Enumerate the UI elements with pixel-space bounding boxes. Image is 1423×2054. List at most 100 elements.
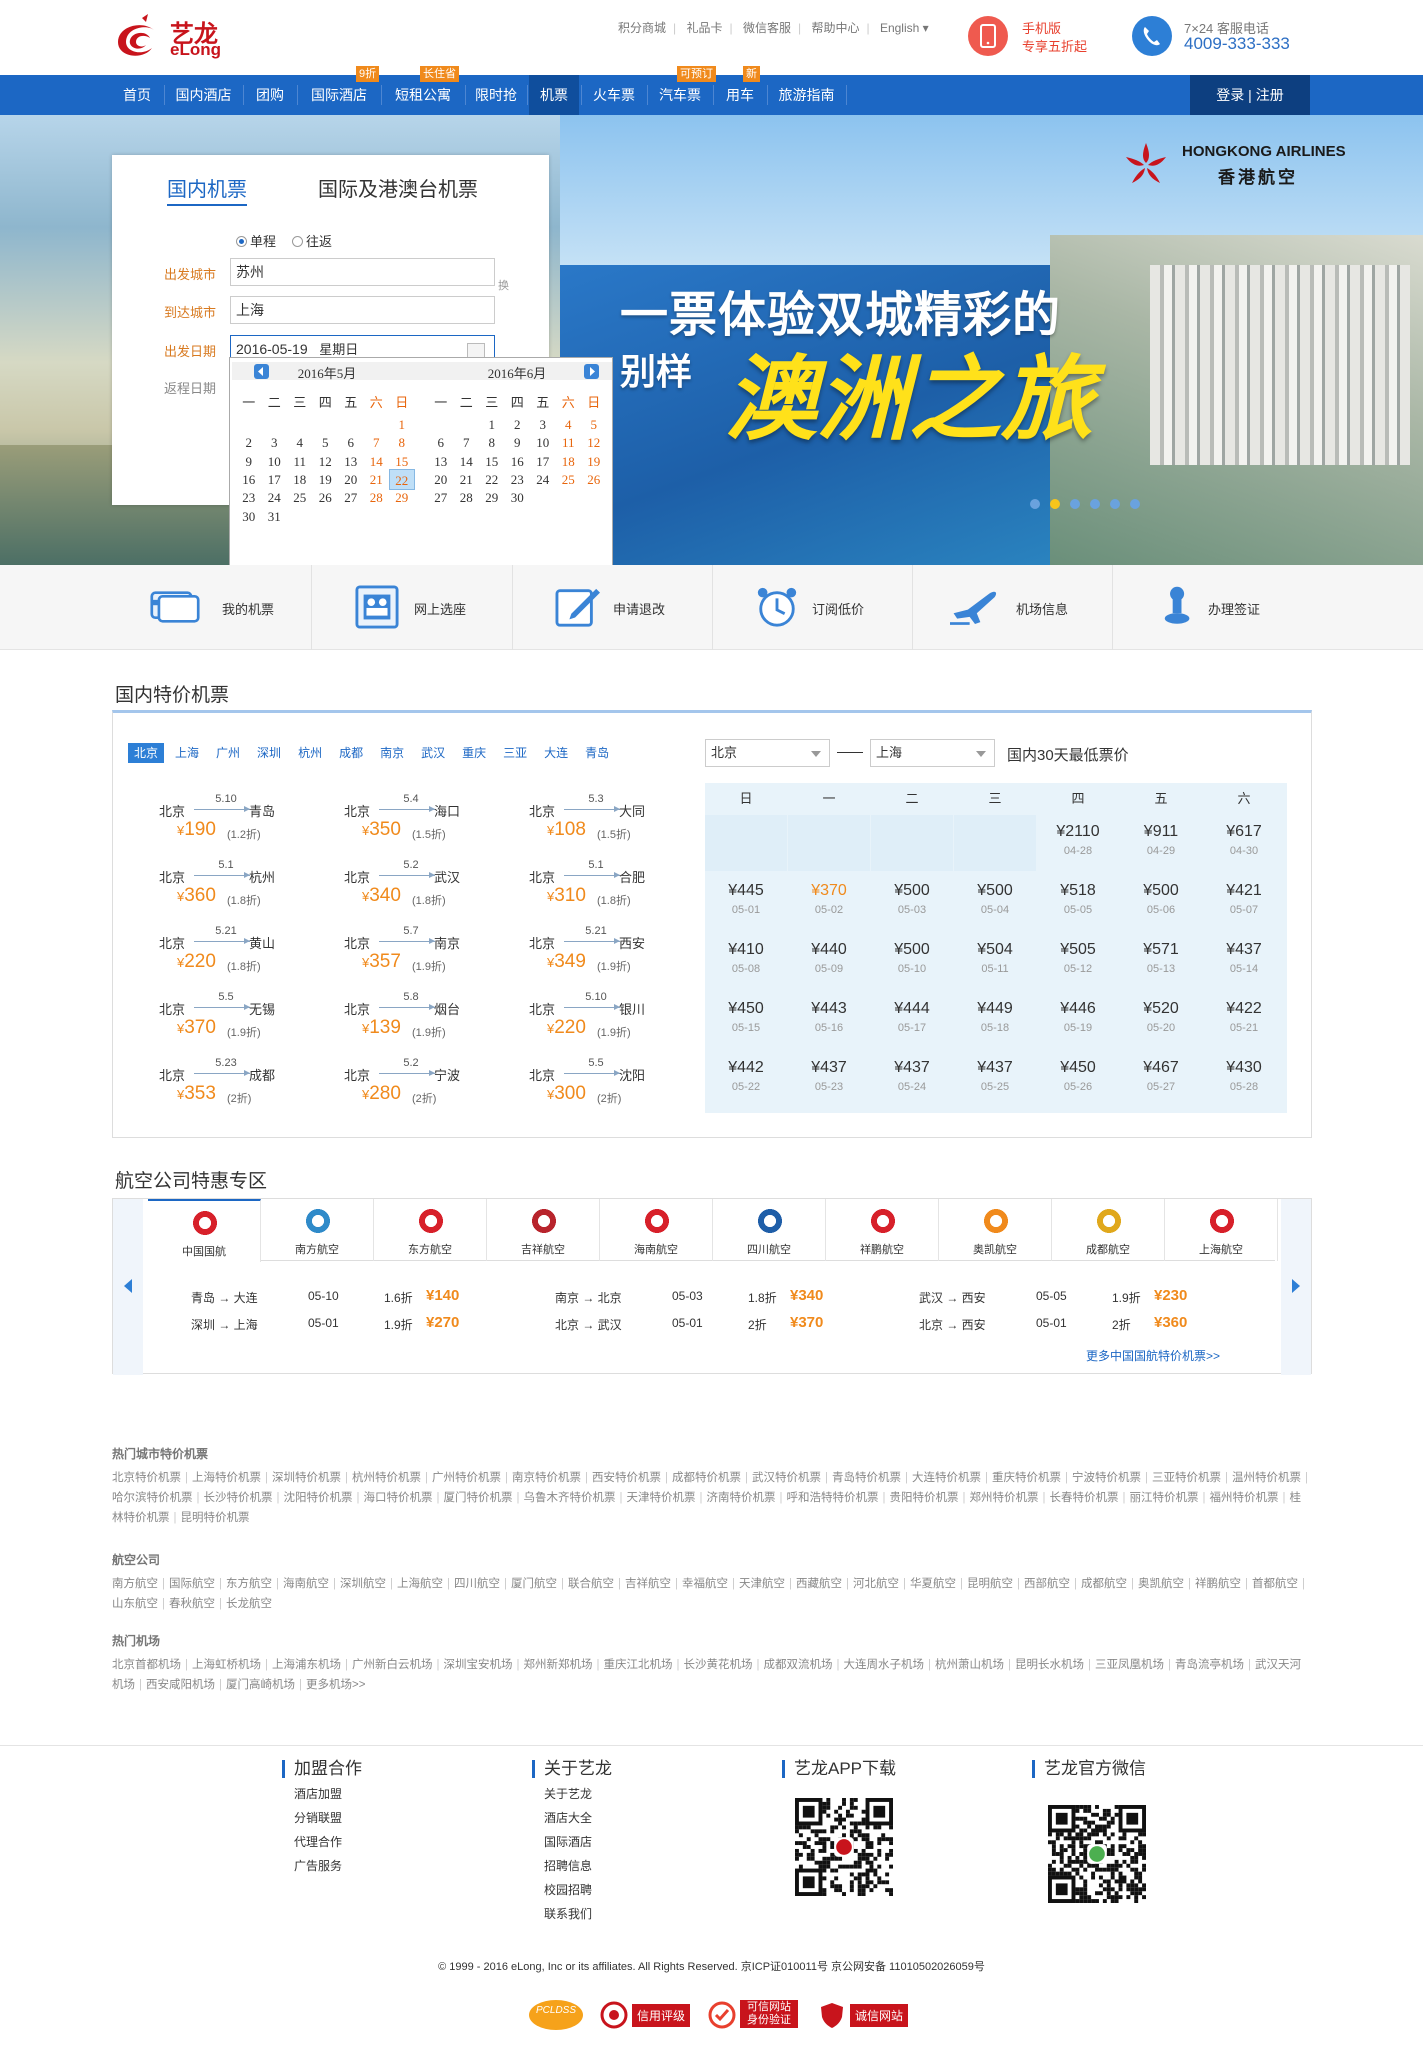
nav-flights[interactable]: 机票 xyxy=(529,75,579,115)
seo-link[interactable]: 郑州特价机票 xyxy=(970,1492,1039,1504)
tab-domestic-flights[interactable]: 国内机票 xyxy=(167,173,247,206)
seo-link[interactable]: 宁波特价机票 xyxy=(1072,1472,1141,1484)
price-cell[interactable]: ¥500 05-10 xyxy=(871,933,953,989)
seo-link[interactable]: 幸福航空 xyxy=(682,1578,728,1590)
price-cell[interactable]: ¥449 05-18 xyxy=(954,992,1036,1048)
departure-city-input[interactable]: 苏州 xyxy=(230,258,495,286)
price-cell[interactable]: ¥571 05-13 xyxy=(1120,933,1202,989)
deal-item[interactable]: 北京 5.3 大同 ¥108 (1.5折) xyxy=(529,793,689,843)
elong-logo[interactable]: 艺龙 eLong xyxy=(112,12,232,64)
carousel-dot[interactable] xyxy=(1030,499,1040,509)
radio-one-way[interactable]: 单程 xyxy=(236,231,276,250)
city-tab[interactable]: 广州 xyxy=(210,743,246,763)
shortcut-refund-change[interactable]: 申请退改 xyxy=(553,565,753,650)
calendar-day[interactable]: 25 xyxy=(287,487,313,508)
seo-link[interactable]: 北京首都机场 xyxy=(112,1659,181,1671)
seo-link[interactable]: 海南航空 xyxy=(283,1578,329,1590)
seo-link[interactable]: 重庆江北机场 xyxy=(604,1659,673,1671)
deal-item[interactable]: 北京 5.2 武汉 ¥340 (1.8折) xyxy=(344,859,504,909)
footer-link[interactable]: 代理合作 xyxy=(294,1835,482,1850)
deal-item[interactable]: 北京 5.23 成都 ¥353 (2折) xyxy=(159,1057,319,1107)
calendar-day[interactable]: 27 xyxy=(338,487,364,508)
footer-link[interactable]: 联系我们 xyxy=(544,1907,732,1922)
seo-link[interactable]: 河北航空 xyxy=(853,1578,899,1590)
deal-item[interactable]: 北京 5.21 西安 ¥349 (1.9折) xyxy=(529,925,689,975)
carousel-dot[interactable] xyxy=(1070,499,1080,509)
seo-link[interactable]: 昆明航空 xyxy=(967,1578,1013,1590)
seo-link[interactable]: 海口特价机票 xyxy=(364,1492,433,1504)
seo-link[interactable]: 祥鹏航空 xyxy=(1195,1578,1241,1590)
city-tab[interactable]: 南京 xyxy=(374,743,410,763)
price-cell[interactable]: ¥450 05-15 xyxy=(705,992,787,1048)
seo-link[interactable]: 深圳航空 xyxy=(340,1578,386,1590)
deal-item[interactable]: 北京 5.5 无锡 ¥370 (1.9折) xyxy=(159,991,319,1041)
nav-travel-guide[interactable]: 旅游指南 xyxy=(769,75,844,115)
airline-deal-row[interactable]: 南京 → 北京 05-03 1.8折 ¥340 xyxy=(555,1287,915,1309)
seo-link[interactable]: 温州特价机票 xyxy=(1232,1472,1301,1484)
calendar-day[interactable]: 25 xyxy=(556,469,582,490)
seo-link[interactable]: 四川航空 xyxy=(454,1578,500,1590)
seo-link[interactable]: 昆明长水机场 xyxy=(1015,1659,1084,1671)
calendar-day[interactable]: 26 xyxy=(313,487,339,508)
seo-link[interactable]: 西部航空 xyxy=(1024,1578,1070,1590)
price-cell[interactable]: ¥421 05-07 xyxy=(1203,874,1285,930)
airline-tab[interactable]: 祥鹏航空 xyxy=(826,1199,939,1261)
city-tab[interactable]: 重庆 xyxy=(456,743,492,763)
seo-link[interactable]: 上海虹桥机场 xyxy=(192,1659,261,1671)
seo-link[interactable]: 天津特价机票 xyxy=(627,1492,696,1504)
seo-link[interactable]: 青岛流亭机场 xyxy=(1175,1659,1244,1671)
price-cell[interactable]: ¥437 05-14 xyxy=(1203,933,1285,989)
city-tab[interactable]: 武汉 xyxy=(415,743,451,763)
price-cell[interactable]: ¥520 05-20 xyxy=(1120,992,1202,1048)
seo-link[interactable]: 三亚特价机票 xyxy=(1152,1472,1221,1484)
footer-link[interactable]: 广告服务 xyxy=(294,1859,482,1874)
shortcut-airport-info[interactable]: 机场信息 xyxy=(950,565,1150,650)
seo-link[interactable]: 大连特价机票 xyxy=(912,1472,981,1484)
seo-link[interactable]: 东方航空 xyxy=(226,1578,272,1590)
airline-deal-row[interactable]: 深圳 → 上海 05-01 1.9折 ¥270 xyxy=(191,1314,551,1336)
seo-link[interactable]: 长龙航空 xyxy=(226,1598,272,1610)
city-tab[interactable]: 北京 xyxy=(128,743,165,763)
seo-link[interactable]: 沈阳特价机票 xyxy=(284,1492,353,1504)
seo-link[interactable]: 天津航空 xyxy=(739,1578,785,1590)
integrity-site-badge[interactable]: 诚信网站 xyxy=(810,1998,910,2032)
seo-link[interactable]: 长春特价机票 xyxy=(1050,1492,1119,1504)
airline-tab[interactable]: 奥凯航空 xyxy=(939,1199,1052,1261)
carousel-dot[interactable] xyxy=(1130,499,1140,509)
carousel-dot[interactable] xyxy=(1110,499,1120,509)
seo-link[interactable]: 成都双流机场 xyxy=(764,1659,833,1671)
seo-link[interactable]: 郑州新郑机场 xyxy=(524,1659,593,1671)
airline-deal-row[interactable]: 武汉 → 西安 05-05 1.9折 ¥230 xyxy=(919,1287,1279,1309)
airline-tab[interactable]: 海南航空 xyxy=(600,1199,713,1261)
calendar-day[interactable]: 28 xyxy=(454,487,480,508)
deal-item[interactable]: 北京 5.1 合肥 ¥310 (1.8折) xyxy=(529,859,689,909)
seo-link[interactable]: 贵阳特价机票 xyxy=(890,1492,959,1504)
seo-link[interactable]: 长沙黄花机场 xyxy=(684,1659,753,1671)
airline-tab[interactable]: 东方航空 xyxy=(374,1199,487,1261)
seo-link[interactable]: 厦门高崎机场 xyxy=(226,1679,295,1691)
city-tab[interactable]: 青岛 xyxy=(579,743,615,763)
shortcut-seat-selection[interactable]: 网上选座 xyxy=(352,565,552,650)
airline-tab[interactable]: 吉祥航空 xyxy=(487,1199,600,1261)
route-from-select[interactable]: 北京 xyxy=(705,739,830,767)
seo-link[interactable]: 上海浦东机场 xyxy=(272,1659,341,1671)
price-cell[interactable]: ¥500 05-03 xyxy=(871,874,953,930)
airline-deal-row[interactable]: 北京 → 西安 05-01 2折 ¥360 xyxy=(919,1314,1279,1336)
seo-link[interactable]: 西安咸阳机场 xyxy=(146,1679,215,1691)
seo-link[interactable]: 杭州特价机票 xyxy=(352,1472,421,1484)
shortcut-visa[interactable]: 办理签证 xyxy=(1160,565,1360,650)
price-cell[interactable]: ¥500 05-06 xyxy=(1120,874,1202,930)
carousel-dot-active[interactable] xyxy=(1050,499,1060,509)
deal-item[interactable]: 北京 5.10 青岛 ¥190 (1.2折) xyxy=(159,793,319,843)
link-gift-card[interactable]: 礼品卡 xyxy=(686,21,722,35)
seo-link[interactable]: 春秋航空 xyxy=(169,1598,215,1610)
deal-item[interactable]: 北京 5.2 宁波 ¥280 (2折) xyxy=(344,1057,504,1107)
link-wechat-service[interactable]: 微信客服 xyxy=(743,21,791,35)
price-cell[interactable]: ¥518 05-05 xyxy=(1037,874,1119,930)
price-cell[interactable]: ¥444 05-17 xyxy=(871,992,953,1048)
seo-link[interactable]: 首都航空 xyxy=(1252,1578,1298,1590)
seo-link[interactable]: 上海特价机票 xyxy=(192,1472,261,1484)
deal-item[interactable]: 北京 5.1 杭州 ¥360 (1.8折) xyxy=(159,859,319,909)
seo-link[interactable]: 长沙特价机票 xyxy=(204,1492,273,1504)
seo-link[interactable]: 厦门特价机票 xyxy=(444,1492,513,1504)
